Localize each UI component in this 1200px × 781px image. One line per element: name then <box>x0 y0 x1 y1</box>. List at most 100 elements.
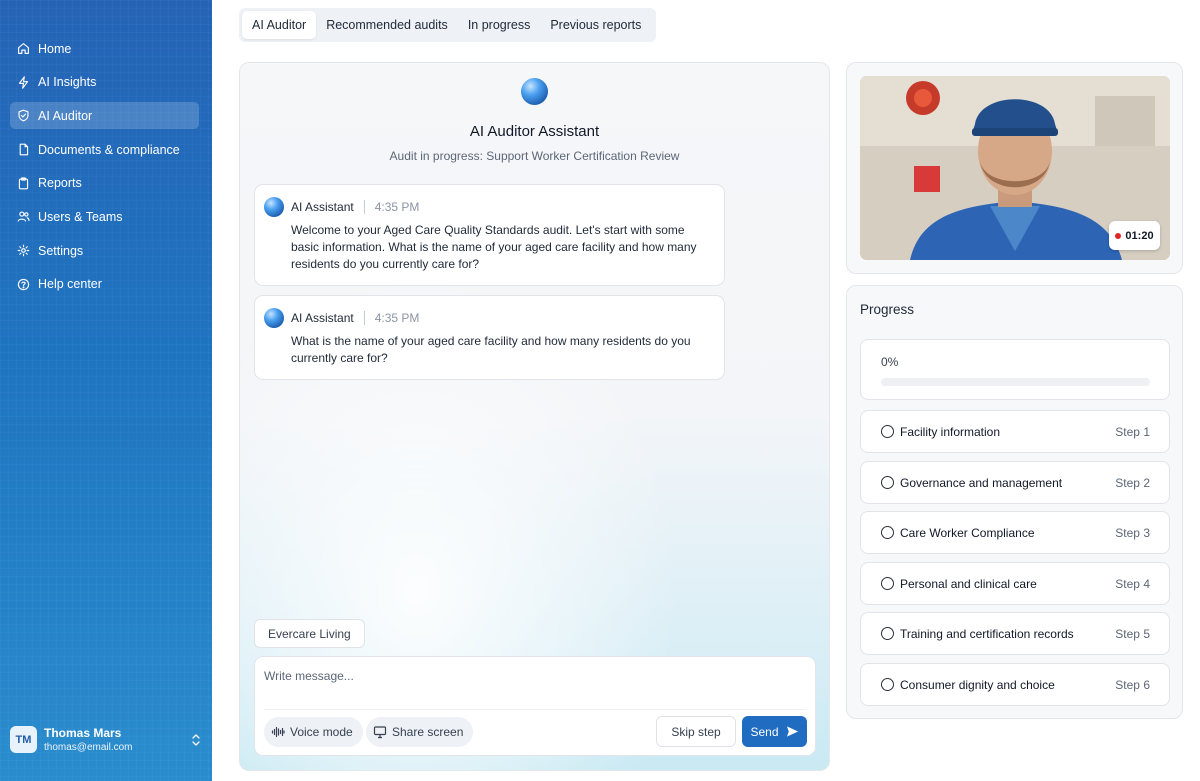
sidebar-item-home[interactable]: Home <box>10 35 199 62</box>
progress-bar <box>881 378 1150 386</box>
step-number: Step 2 <box>1115 475 1150 490</box>
progress-step[interactable]: Personal and clinical care Step 4 <box>860 562 1170 605</box>
voice-mode-button[interactable]: Voice mode <box>264 717 363 747</box>
sidebar-item-reports[interactable]: Reports <box>10 170 199 197</box>
sidebar: Home AI Insights AI Auditor Documents & … <box>0 0 212 781</box>
sidebar-item-label: Home <box>38 41 72 56</box>
user-name: Thomas Mars <box>44 726 122 740</box>
divider <box>363 200 365 214</box>
tab-previous-reports[interactable]: Previous reports <box>540 11 651 39</box>
step-label: Training and certification records <box>900 626 1074 641</box>
assistant-avatar-icon <box>264 197 284 217</box>
step-label: Governance and management <box>900 475 1063 490</box>
step-label: Care Worker Compliance <box>900 525 1035 540</box>
message-text: What is the name of your aged care facil… <box>291 334 691 365</box>
users-icon <box>17 211 30 222</box>
step-label: Consumer dignity and choice <box>900 677 1055 692</box>
video-feed: 01:20 <box>860 76 1170 260</box>
progress-step[interactable]: Care Worker Compliance Step 3 <box>860 511 1170 554</box>
step-number: Step 1 <box>1115 424 1150 439</box>
sidebar-item-label: Documents & compliance <box>38 142 180 157</box>
send-label: Send <box>750 724 779 739</box>
help-icon <box>17 278 30 291</box>
audit-tabs: AI Auditor Recommended audits In progres… <box>239 8 656 42</box>
step-number: Step 4 <box>1115 576 1150 591</box>
message-text: Welcome to your Aged Care Quality Standa… <box>291 223 697 271</box>
sidebar-item-label: Settings <box>38 243 84 258</box>
sidebar-item-label: AI Insights <box>38 75 97 90</box>
message-sender: AI Assistant <box>291 200 354 214</box>
share-screen-button[interactable]: Share screen <box>366 717 474 747</box>
circle-icon <box>881 678 894 691</box>
circle-icon <box>881 577 894 590</box>
chat-message: AI Assistant 4:35 PM What is the name of… <box>254 295 725 380</box>
step-number: Step 6 <box>1115 677 1150 692</box>
tab-recommended-audits[interactable]: Recommended audits <box>316 11 458 39</box>
progress-panel: Progress 0% Facility information Step 1 … <box>846 285 1183 719</box>
user-email: thomas@email.com <box>44 742 133 753</box>
voice-mode-label: Voice mode <box>290 725 353 739</box>
progress-step[interactable]: Consumer dignity and choice Step 6 <box>860 663 1170 706</box>
step-label: Facility information <box>900 424 1001 439</box>
assistant-orb-icon <box>521 78 548 105</box>
sidebar-item-help-center[interactable]: Help center <box>10 271 199 298</box>
avatar: TM <box>10 726 37 753</box>
recording-dot-icon <box>1115 232 1122 239</box>
monitor-icon <box>373 726 387 739</box>
step-number: Step 3 <box>1115 525 1150 540</box>
chat-title: AI Auditor Assistant <box>469 123 600 140</box>
message-composer: Voice mode Share screen Skip step Send <box>254 656 816 756</box>
waveform-icon <box>271 726 285 738</box>
divider <box>264 709 806 710</box>
progress-title: Progress <box>860 302 915 317</box>
chat-subtitle: Audit in progress: Support Worker Certif… <box>389 149 680 163</box>
circle-icon <box>881 476 894 489</box>
sidebar-item-label: AI Auditor <box>38 108 93 123</box>
step-label: Personal and clinical care <box>900 576 1037 591</box>
tab-ai-auditor[interactable]: AI Auditor <box>242 11 317 39</box>
sidebar-item-users-teams[interactable]: Users & Teams <box>10 203 199 230</box>
sidebar-item-documents[interactable]: Documents & compliance <box>10 136 199 163</box>
clipboard-icon <box>18 177 29 190</box>
circle-icon <box>881 526 894 539</box>
circle-icon <box>881 425 894 438</box>
send-icon <box>786 726 798 737</box>
progress-step[interactable]: Training and certification records Step … <box>860 612 1170 655</box>
chevron-up-down-icon[interactable] <box>190 733 202 747</box>
shield-check-icon <box>18 110 29 122</box>
message-input[interactable] <box>264 669 804 683</box>
progress-percent: 0% <box>881 355 899 369</box>
video-panel: 01:20 <box>846 62 1183 274</box>
sidebar-item-label: Help center <box>38 277 102 292</box>
progress-step[interactable]: Facility information Step 1 <box>860 410 1170 453</box>
send-button[interactable]: Send <box>742 716 807 747</box>
suggestion-chip[interactable]: Evercare Living <box>254 619 365 648</box>
chat-message: AI Assistant 4:35 PM Welcome to your Age… <box>254 184 725 286</box>
message-time: 4:35 PM <box>374 200 420 214</box>
assistant-avatar-icon <box>264 308 284 328</box>
step-number: Step 5 <box>1115 626 1150 641</box>
recording-timer: 01:20 <box>1109 221 1160 250</box>
message-time: 4:35 PM <box>374 311 420 325</box>
divider <box>363 311 365 325</box>
document-icon <box>19 143 29 156</box>
chat-panel: AI Auditor Assistant Audit in progress: … <box>239 62 830 771</box>
sidebar-nav: Home AI Insights AI Auditor Documents & … <box>10 35 199 305</box>
share-screen-label: Share screen <box>392 725 464 739</box>
sidebar-item-label: Users & Teams <box>38 209 123 224</box>
lightning-icon <box>18 75 29 89</box>
gear-icon <box>17 244 30 257</box>
progress-summary: 0% <box>860 339 1170 400</box>
skip-step-button[interactable]: Skip step <box>656 716 736 747</box>
timer-value: 01:20 <box>1125 229 1154 242</box>
circle-icon <box>881 627 894 640</box>
message-sender: AI Assistant <box>291 311 354 325</box>
sidebar-item-settings[interactable]: Settings <box>10 237 199 264</box>
sidebar-item-ai-auditor[interactable]: AI Auditor <box>10 102 199 130</box>
sidebar-item-label: Reports <box>38 176 82 191</box>
sidebar-item-ai-insights[interactable]: AI Insights <box>10 69 199 96</box>
user-profile[interactable]: TM Thomas Mars thomas@email.com <box>10 726 202 753</box>
home-icon <box>18 43 29 54</box>
progress-step[interactable]: Governance and management Step 2 <box>860 461 1170 504</box>
tab-in-progress[interactable]: In progress <box>458 11 541 39</box>
